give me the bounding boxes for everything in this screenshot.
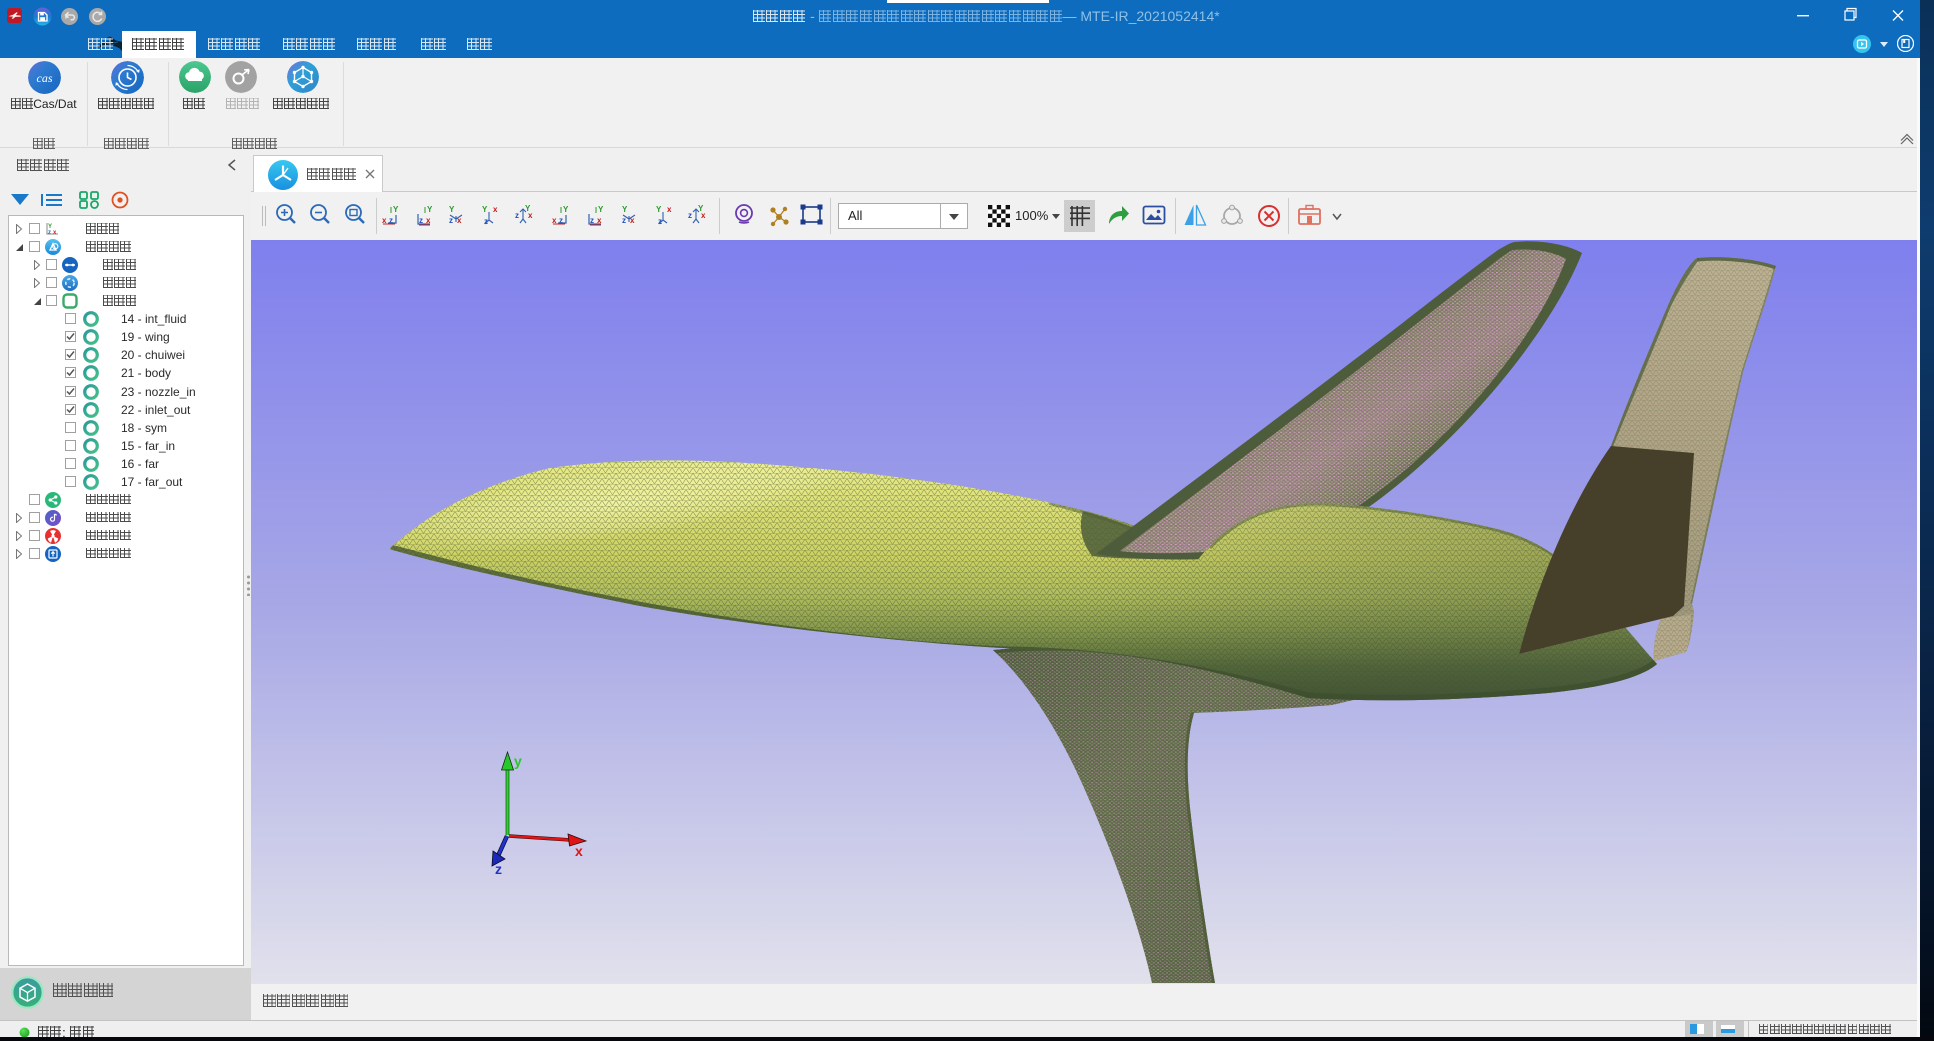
svg-text:y: y [514,753,522,769]
svg-text:z: z [515,211,519,220]
svg-text:x: x [53,230,57,236]
svg-text:cas: cas [37,71,53,85]
svg-text:z: z [622,216,626,225]
svg-text:Y: Y [525,204,531,213]
svg-text:Y: Y [393,205,399,214]
svg-text:Y: Y [698,204,704,213]
svg-text:z: z [48,230,51,236]
svg-text:Y: Y [482,205,488,214]
svg-text:x: x [575,843,583,859]
svg-text:Y: Y [563,205,569,214]
svg-text:z: z [688,211,692,220]
svg-text:Y: Y [656,205,662,214]
svg-text:Y: Y [449,205,455,214]
svg-text:z: z [495,861,502,877]
svg-text:z: z [449,216,453,225]
svg-text:x: x [667,205,672,214]
svg-text:Y: Y [598,205,604,214]
svg-text:Y: Y [427,205,433,214]
svg-text:x: x [493,205,498,214]
svg-text:Y: Y [622,205,628,214]
